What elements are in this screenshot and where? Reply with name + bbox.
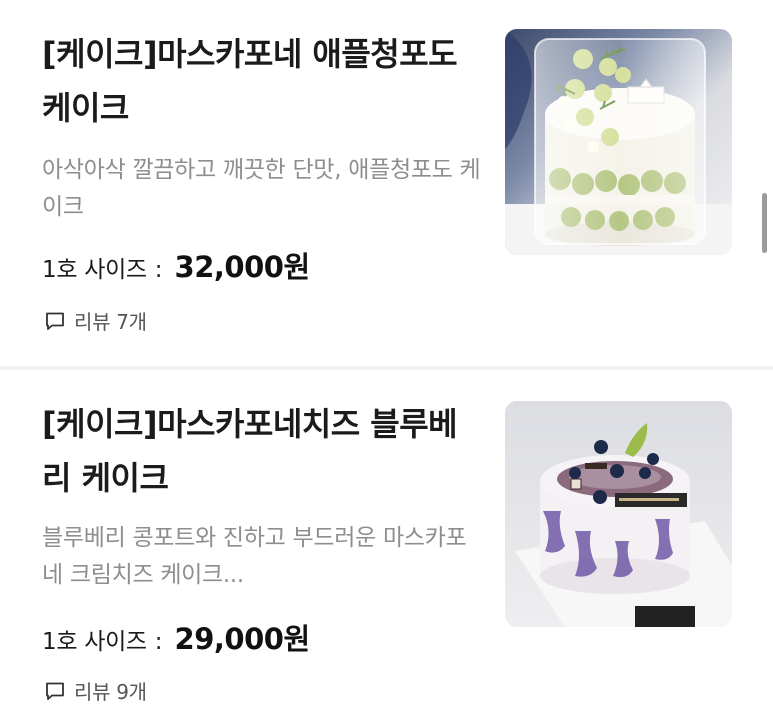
product-description: 아삭아삭 깔끔하고 깨끗한 단맛, 애플청포도 케이크 [42, 157, 481, 220]
product-card[interactable]: [케이크]마스카포네치즈 블루베리 케이크 블루베리 콩포트와 진하고 부드러운… [0, 370, 773, 721]
scrollbar[interactable] [762, 193, 767, 253]
price-value: 29,000원 [174, 622, 311, 656]
price-separator: : [154, 629, 163, 655]
price-value: 32,000원 [174, 250, 311, 284]
review-count: 리뷰 7개 [74, 310, 147, 334]
price-separator: : [154, 257, 163, 283]
product-image[interactable] [505, 401, 732, 627]
product-title[interactable]: [케이크]마스카포네 애플청포도 케이크 [42, 27, 482, 135]
price-row: 1호 사이즈 : 29,000원 [42, 616, 310, 658]
speech-bubble-icon [44, 310, 66, 332]
product-list: [케이크]마스카포네 애플청포도 케이크 아삭아삭 깔끔하고 깨끗한 단맛, 애… [0, 0, 773, 721]
speech-bubble-icon [44, 680, 66, 702]
price-row: 1호 사이즈 : 32,000원 [42, 244, 310, 286]
product-card[interactable]: [케이크]마스카포네 애플청포도 케이크 아삭아삭 깔끔하고 깨끗한 단맛, 애… [0, 0, 773, 366]
review-link[interactable]: 리뷰 9개 [44, 676, 147, 705]
product-title[interactable]: [케이크]마스카포네치즈 블루베리 케이크 [42, 397, 482, 505]
size-label: 1호 사이즈 [42, 629, 147, 655]
review-count: 리뷰 9개 [74, 680, 147, 704]
size-label: 1호 사이즈 [42, 257, 147, 283]
product-image[interactable] [505, 29, 732, 255]
product-description: 블루베리 콩포트와 진하고 부드러운 마스카포네 크림치즈 케이크... [42, 525, 467, 588]
review-link[interactable]: 리뷰 7개 [44, 306, 147, 335]
